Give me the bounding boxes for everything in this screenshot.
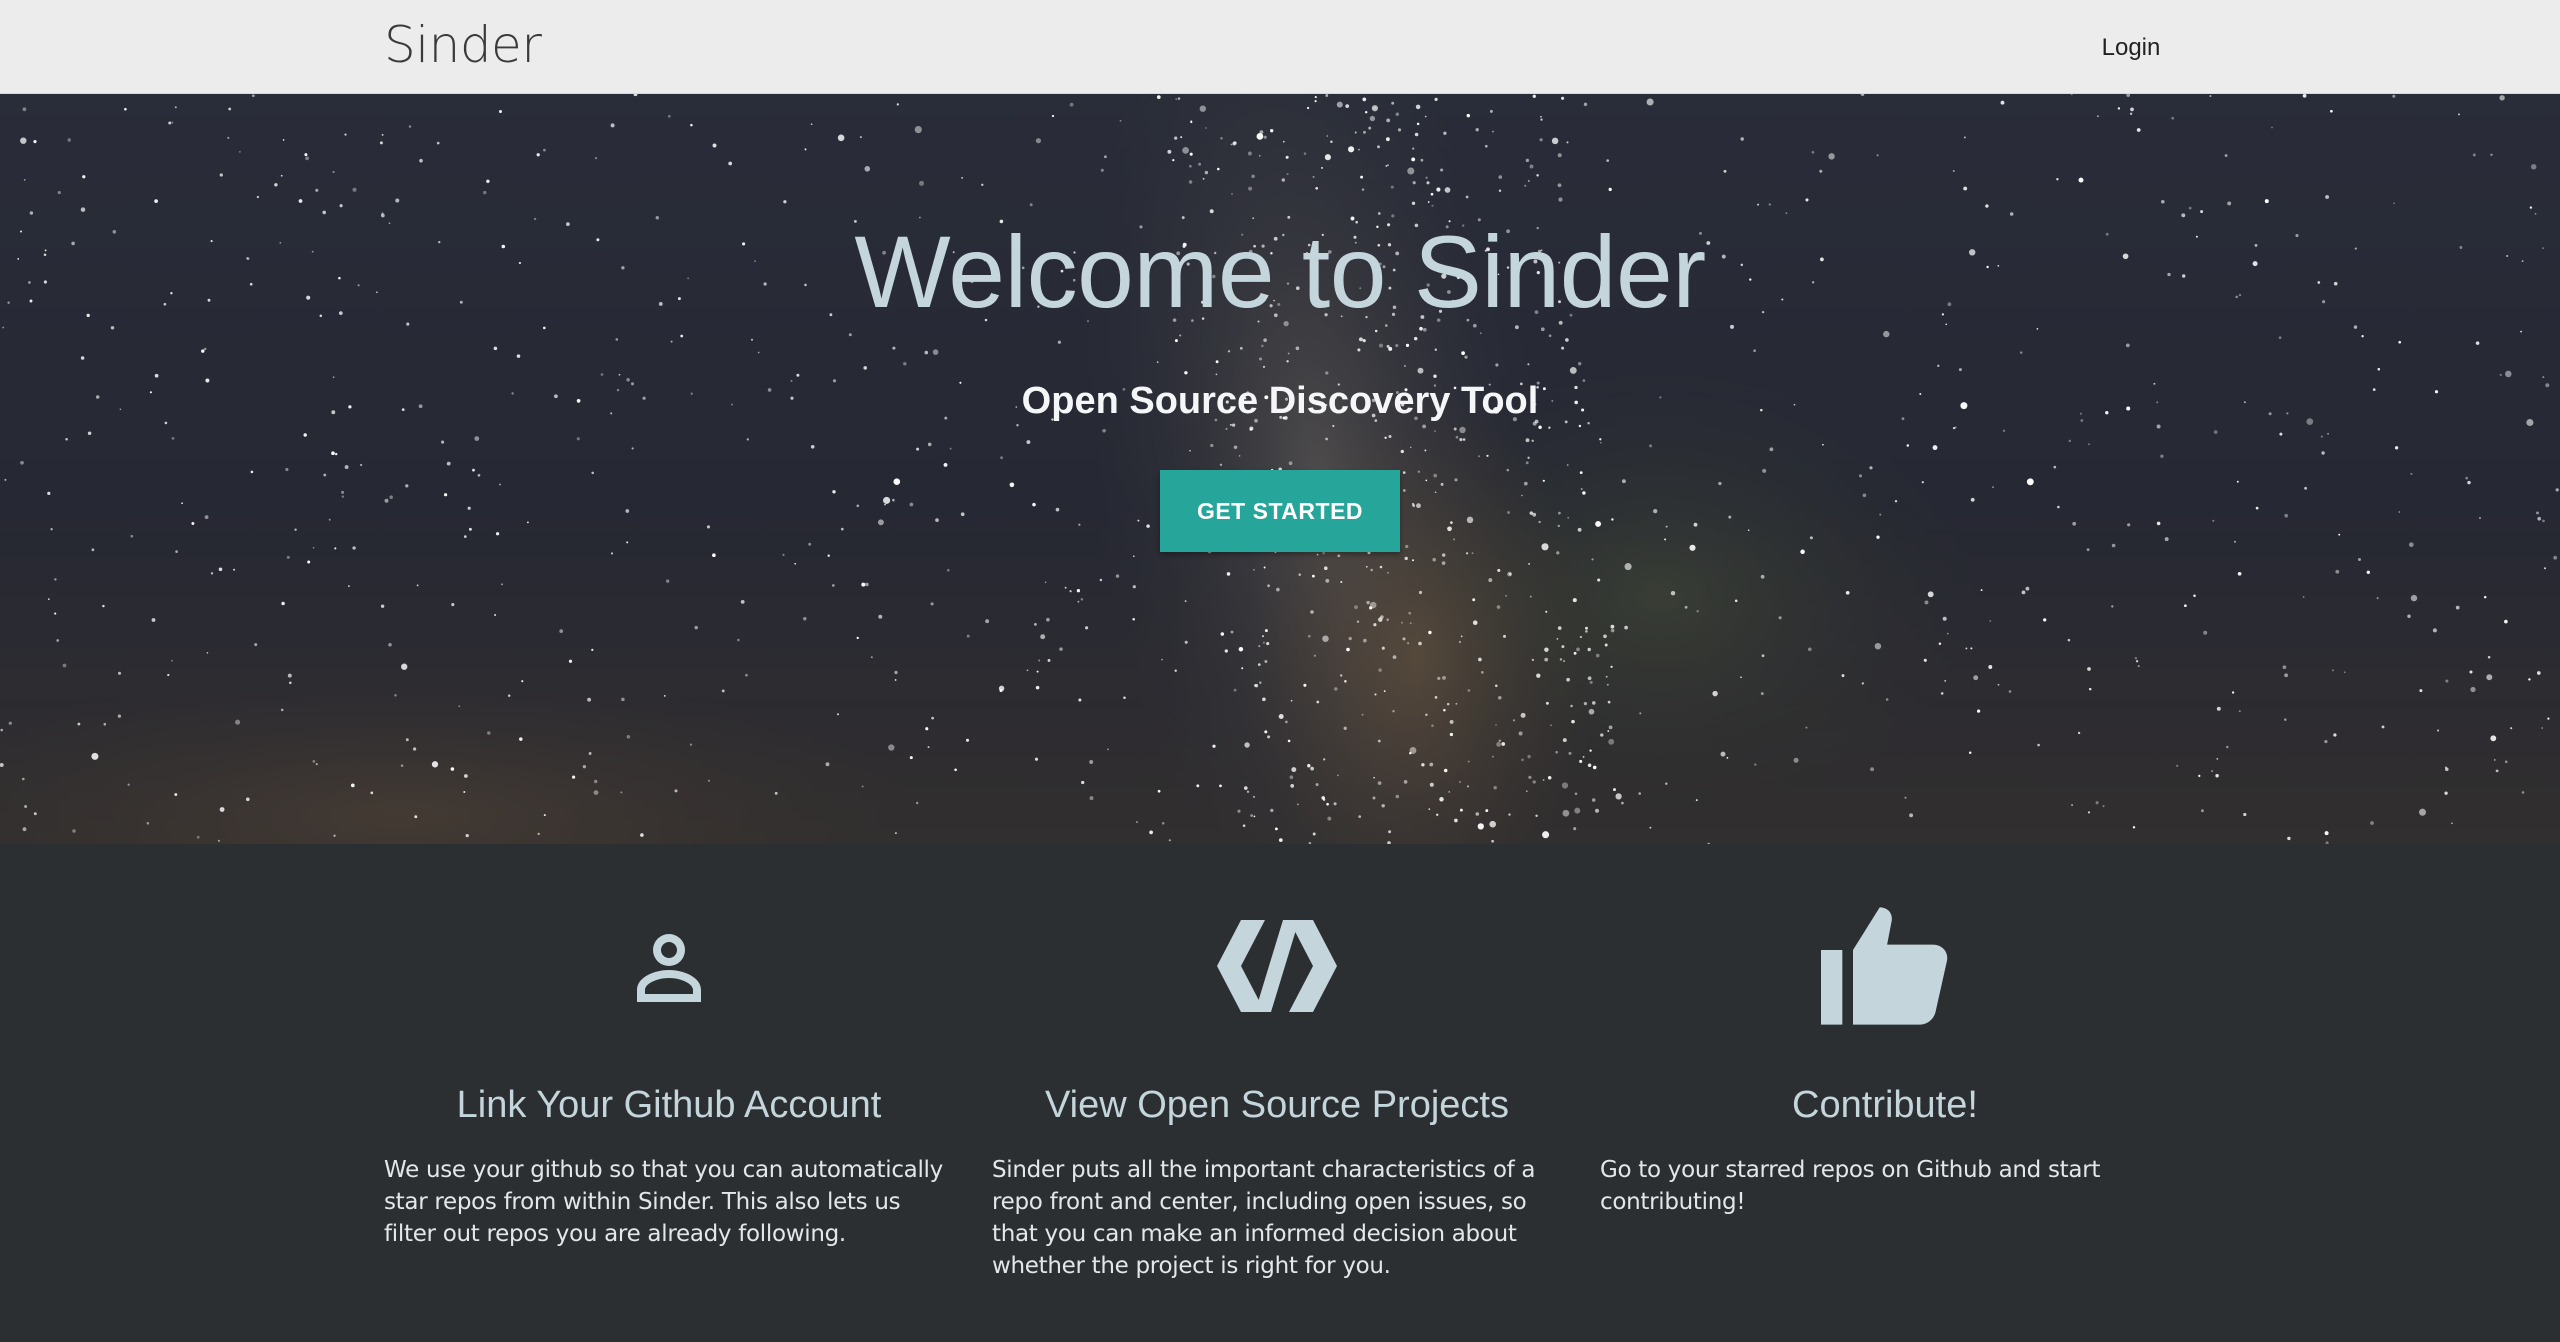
- thumb-up-icon: [1600, 906, 2170, 1026]
- hero-title: Welcome to Sinder: [854, 215, 1706, 329]
- feature-view-projects: View Open Source Projects Sinder puts al…: [992, 844, 1562, 1342]
- feature-text: Go to your starred repos on Github and s…: [1600, 1157, 2101, 1215]
- login-link[interactable]: Login: [2066, 28, 2196, 68]
- person-icon: [384, 906, 954, 1026]
- feature-contribute: Contribute! Go to your starred repos on …: [1600, 844, 2170, 1342]
- get-started-button[interactable]: GET STARTED: [1160, 470, 1400, 552]
- feature-title: Contribute!: [1792, 1084, 1978, 1126]
- brand-logo[interactable]: Sinder: [384, 14, 542, 76]
- navbar: Sinder Login: [0, 0, 2560, 94]
- features-section: Link Your Github Account We use your git…: [0, 844, 2560, 1342]
- feature-text: We use your github so that you can autom…: [384, 1157, 943, 1247]
- hero-subtitle: Open Source Discovery Tool: [1021, 380, 1539, 422]
- feature-text: Sinder puts all the important characteri…: [992, 1157, 1536, 1279]
- starfield-background: [0, 94, 2560, 844]
- feature-title: Link Your Github Account: [456, 1084, 882, 1126]
- hero-section: Welcome to Sinder Open Source Discovery …: [0, 94, 2560, 844]
- feature-title: View Open Source Projects: [1045, 1084, 1509, 1126]
- feature-link-github: Link Your Github Account We use your git…: [384, 844, 954, 1342]
- code-icon: [992, 906, 1562, 1026]
